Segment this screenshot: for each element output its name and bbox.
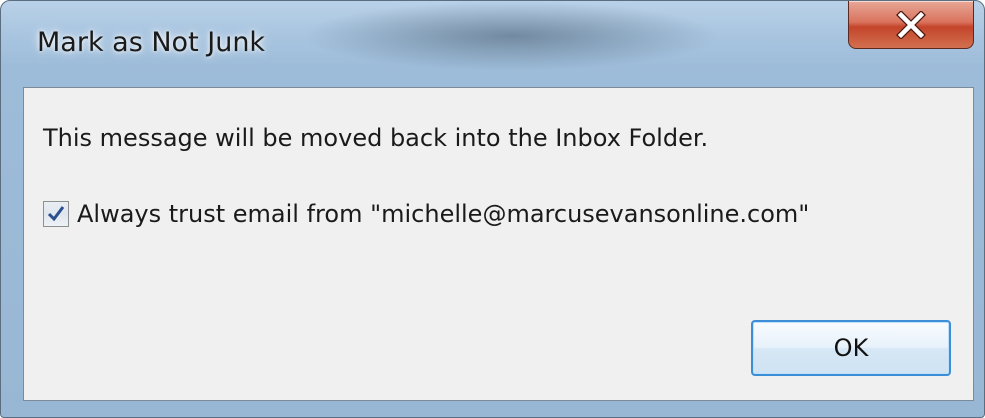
always-trust-label: Always trust email from "michelle@marcus…	[77, 200, 810, 228]
checkmark-icon	[47, 206, 65, 222]
dialog-message: This message will be moved back into the…	[43, 124, 709, 152]
window-title: Mark as Not Junk	[37, 27, 266, 58]
ok-button[interactable]: OK	[751, 320, 951, 376]
dialog-window: Mark as Not Junk This message will be mo…	[0, 0, 985, 418]
close-icon	[896, 10, 926, 39]
dialog-content: This message will be moved back into the…	[23, 87, 974, 401]
always-trust-option[interactable]: Always trust email from "michelle@marcus…	[43, 198, 809, 230]
always-trust-checkbox[interactable]	[43, 201, 69, 227]
close-button[interactable]	[848, 1, 974, 49]
title-bar[interactable]: Mark as Not Junk	[1, 1, 984, 87]
